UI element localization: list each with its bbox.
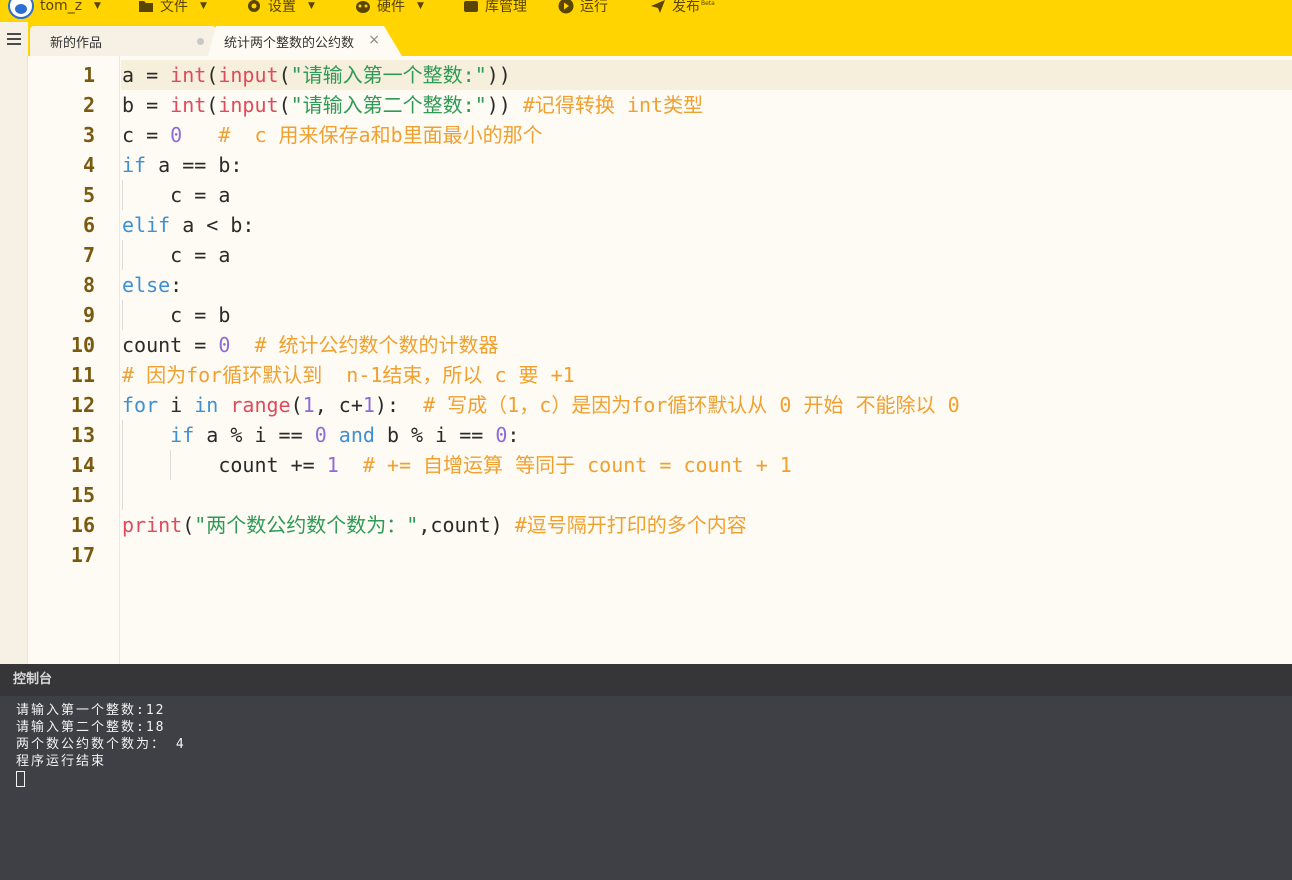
indent-guide [170,450,171,480]
tab-new-work-label: 新的作品 [50,35,103,51]
code-line[interactable]: # 因为for循环默认到 n-1结束，所以 c 要 +1 [122,360,575,390]
library-menu[interactable]: 库管理 [463,0,527,18]
file-menu-label: 文件 [160,0,188,15]
hardware-menu-label: 硬件 [377,0,405,15]
beta-badge: Beta [701,0,715,8]
line-number: 1 [82,63,95,87]
console-title: 控制台 [0,664,1292,696]
tab-current-file[interactable]: 统计两个整数的公约数 × [208,26,402,56]
code-line[interactable]: c = 0 # c 用来保存a和b里面最小的那个 [122,120,543,150]
code-line[interactable]: for i in range(1, c+1): # 写成（1，c）是因为for循… [122,390,960,420]
line-number: 2 [82,93,95,117]
hardware-menu[interactable]: 硬件 ▼ [355,0,424,18]
code-line[interactable]: c = a [122,240,230,270]
line-number: 13 [70,423,95,447]
library-menu-label: 库管理 [485,0,527,15]
publish-button-label: 发布Beta [672,0,715,16]
line-number: 5 [82,183,95,207]
chevron-down-icon: ▼ [417,1,424,11]
settings-menu-label: 设置 [268,0,296,15]
code-line[interactable]: c = a [122,180,230,210]
settings-menu[interactable]: 设置 ▼ [246,0,315,18]
folder-icon [139,1,153,12]
line-number-gutter: 1 2 3 4 5 6 7 8 9 10 11 12 13 14 15 16 17 [28,56,120,664]
send-icon [651,0,665,13]
gear-icon [248,0,260,12]
line-number: 4 [82,153,95,177]
play-icon [558,0,574,14]
console-cursor [16,771,25,787]
code-line[interactable]: count = 0 # 统计公约数个数的计数器 [122,330,499,360]
indent-guide [122,300,123,330]
file-menu[interactable]: 文件 ▼ [138,0,207,18]
sidebar-toggle-button[interactable] [0,22,28,56]
tab-current-label: 统计两个整数的公约数 [224,35,355,51]
line-number: 16 [70,513,95,537]
code-line[interactable]: elif a < b: [122,210,254,240]
tab-new-work[interactable]: 新的作品 [30,26,216,56]
line-number: 9 [82,303,95,327]
line-number: 6 [82,213,95,237]
code-area[interactable]: a = int(input("请输入第一个整数:")) b = int(input… [121,56,1292,664]
library-icon [464,1,478,12]
code-line[interactable]: count += 1 # += 自增运算 等同于 count = count +… [122,450,792,480]
console-panel: 控制台 请输入第一个整数:12 请输入第二个整数:18 两个数公约数个数为： 4 程序… [0,664,1292,880]
line-number: 3 [82,123,95,147]
indent-guide [122,420,123,510]
line-number: 15 [70,483,95,507]
code-line[interactable]: a = int(input("请输入第一个整数:")) [122,60,511,90]
line-number: 17 [70,543,95,567]
code-line[interactable]: print("两个数公约数个数为：",count) #逗号隔开打印的多个内容 [122,510,747,540]
indent-guide [122,180,123,210]
line-number: 12 [70,393,95,417]
user-menu[interactable]: tom_z ▼ [8,0,101,19]
user-name: tom_z [40,0,83,14]
code-editor[interactable]: 1 2 3 4 5 6 7 8 9 10 11 12 13 14 15 16 17 a = int(input(… [0,56,1292,664]
menu-icon [7,33,21,35]
tab-bar: 新的作品 统计两个整数的公约数 × [0,22,1292,56]
indent-guide [122,240,123,270]
code-line[interactable]: if a == b: [122,150,242,180]
close-icon[interactable]: × [368,32,380,48]
editor-side-panel [0,56,28,664]
menu-icon [7,43,21,45]
console-line: 两个数公约数个数为： 4 [16,737,186,752]
code-line[interactable]: else: [122,270,182,300]
publish-label: 发布 [672,0,700,15]
console-line: 请输入第二个整数:18 [16,720,166,735]
run-button[interactable]: 运行 [558,0,608,18]
code-line[interactable]: c = b [122,300,230,330]
line-number: 14 [70,453,95,477]
hardware-icon [356,1,370,13]
console-line: 程序运行结束 [16,754,107,769]
menu-icon [7,38,21,40]
console-line: 请输入第一个整数:12 [16,703,166,718]
publish-button[interactable]: 发布Beta [650,0,715,18]
line-number: 7 [82,243,95,267]
chevron-down-icon: ▼ [308,1,315,11]
line-number: 11 [70,363,95,387]
avatar [8,0,34,19]
chevron-down-icon: ▼ [200,1,207,11]
unsaved-dot-icon [197,38,204,45]
chevron-down-icon: ▼ [94,1,101,11]
run-button-label: 运行 [580,0,608,15]
code-line[interactable]: if a % i == 0 and b % i == 0: [122,420,519,450]
line-number: 10 [70,333,95,357]
code-line[interactable]: b = int(input("请输入第二个整数:")) #记得转换 int类型 [122,90,703,120]
console-output[interactable]: 请输入第一个整数:12 请输入第二个整数:18 两个数公约数个数为： 4 程序运行结束 [16,702,186,787]
menu-bar: tom_z ▼ 文件 ▼ 设置 ▼ 硬件 ▼ 库管理 运行 发布Beta [0,0,1292,22]
line-number: 8 [82,273,95,297]
